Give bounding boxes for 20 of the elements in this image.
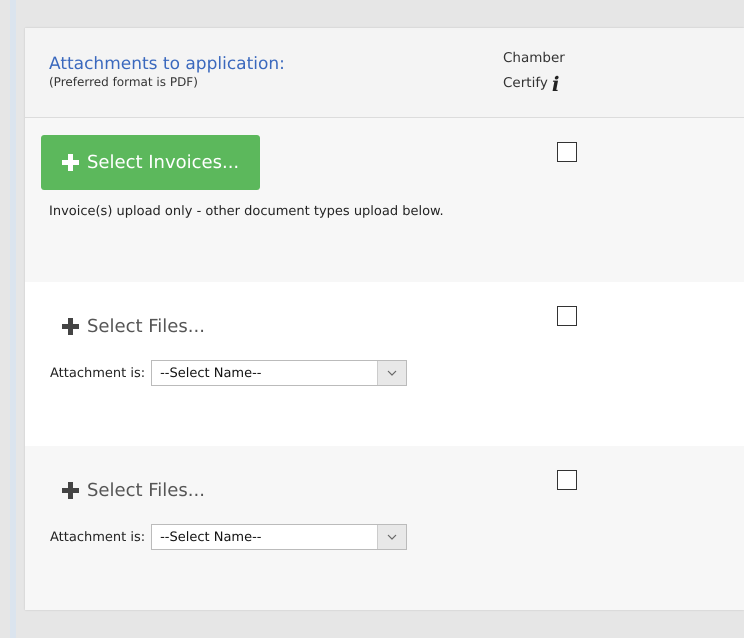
- upload-note: Invoice(s) upload only - other document types upload below.: [49, 204, 444, 219]
- plus-icon: [62, 154, 79, 171]
- attachment-select[interactable]: --Select Name--: [151, 360, 408, 386]
- field-label: Attachment is:: [50, 366, 146, 380]
- info-icon[interactable]: i: [552, 74, 560, 94]
- attachment-select[interactable]: --Select Name--: [151, 524, 408, 550]
- section-title: Attachments to application:: [49, 54, 286, 74]
- chevron-down-icon: [387, 370, 398, 376]
- column-label: Certify: [503, 74, 548, 93]
- select-files-button[interactable]: Select Files...: [41, 299, 226, 354]
- plus-icon: [62, 318, 79, 335]
- select-files-button[interactable]: Select Files...: [41, 463, 226, 518]
- chevron-down-icon: [387, 534, 398, 540]
- certify-checkbox[interactable]: [557, 306, 577, 326]
- plus-icon: [62, 482, 79, 499]
- field-label: Attachment is:: [50, 530, 146, 544]
- format-hint: (Preferred format is PDF): [49, 75, 199, 89]
- certify-checkbox[interactable]: [557, 470, 577, 490]
- column-label: Chamber: [503, 49, 565, 68]
- certify-checkbox[interactable]: [557, 142, 577, 162]
